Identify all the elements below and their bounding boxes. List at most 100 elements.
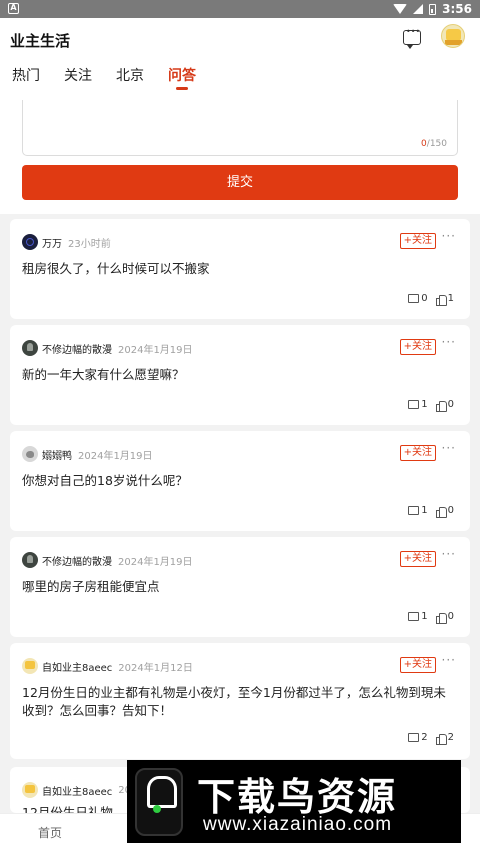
post-header: 自如业主8aeec 202 [22,781,137,799]
post-content[interactable]: 12月份生日的业主都有礼物是小夜灯，至今1月份都过半了，怎么礼物到現未收到？怎么… [22,684,452,720]
comment-stat[interactable]: 0 [408,293,428,304]
message-icon[interactable] [403,27,421,49]
comment-count: 2 [421,732,428,743]
avatar[interactable] [22,782,38,798]
thumbs-up-icon [435,733,447,745]
avatar[interactable] [22,340,38,356]
question-input[interactable]: 0/150 [22,100,458,156]
avatar[interactable] [22,234,38,250]
char-counter-max: /150 [426,139,447,149]
comment-icon [408,612,420,621]
comment-count: 1 [421,505,428,516]
wifi-icon [393,4,408,14]
post-content[interactable]: 你想对自己的18岁说什么呢？ [22,472,452,490]
like-stat[interactable]: 0 [435,399,454,412]
post-header: 不修边幅的散漫 2024年1月19日 [22,339,193,357]
post-header: 万万 23小时前 [22,233,111,251]
battery-icon [429,3,437,15]
comment-count: 1 [421,611,428,622]
post-author[interactable]: 不修边幅的散漫 [42,341,112,356]
like-stat[interactable]: 0 [435,611,454,624]
post-author[interactable]: 万万 [42,235,62,250]
like-count: 0 [447,505,454,516]
tab-following[interactable]: 关注 [52,66,104,94]
post-header: 嫋嫋鸭 2024年1月19日 [22,445,153,463]
submit-button[interactable]: 提交 [22,165,458,200]
like-stat[interactable]: 2 [435,732,454,745]
post-header: 不修边幅的散漫 2024年1月19日 [22,551,193,569]
post-time: 2024年1月12日 [118,662,193,674]
nav-home[interactable]: 首页 [38,824,62,841]
post-card[interactable]: 万万 23小时前 +关注 ··· 租房很久了，什么时候可以不搬家 0 1 [10,219,470,319]
follow-button[interactable]: +关注 [399,233,436,249]
more-icon[interactable]: ··· [442,653,456,667]
tab-beijing[interactable]: 北京 [104,66,156,94]
comment-icon [408,506,420,515]
post-time: 2024年1月19日 [118,344,193,356]
post-stats: 1 0 [400,505,454,518]
tab-qa[interactable]: 问答 [156,66,208,94]
thumbs-up-icon [435,294,447,306]
more-icon[interactable]: ··· [442,335,456,349]
like-stat[interactable]: 0 [435,505,454,518]
comment-stat[interactable]: 1 [408,505,428,516]
status-bar: A 3:56 [0,0,480,18]
comment-stat[interactable]: 1 [408,399,428,410]
watermark-brand: 下载鸟资源 [197,775,398,819]
status-icons: 3:56 [393,1,472,17]
char-counter: 0/150 [421,139,447,149]
comment-stat[interactable]: 2 [408,732,428,743]
bird-logo-icon [135,768,183,836]
like-stat[interactable]: 1 [435,293,454,306]
post-time: 2024年1月19日 [78,450,153,462]
post-author[interactable]: 自如业主8aeec [42,659,112,674]
more-icon[interactable]: ··· [442,229,456,243]
comment-icon [408,733,420,742]
post-card[interactable]: 嫋嫋鸭 2024年1月19日 +关注 ··· 你想对自己的18岁说什么呢？ 1 … [10,431,470,531]
avatar[interactable] [441,24,465,48]
post-author[interactable]: 自如业主8aeec [42,783,112,798]
post-time: 2024年1月19日 [118,556,193,568]
avatar[interactable] [22,658,38,674]
follow-button[interactable]: +关注 [399,657,436,673]
post-stats: 0 1 [400,293,454,306]
app-header: 业主生活 热门 关注 北京 问答 [0,18,480,100]
more-icon[interactable]: ··· [442,441,456,455]
comment-icon [408,400,420,409]
like-count: 1 [447,293,454,304]
status-time: 3:56 [442,2,472,16]
notification-icon: A [8,3,19,14]
follow-button[interactable]: +关注 [399,551,436,567]
more-icon[interactable]: ··· [442,547,456,561]
tab-bar: 热门 关注 北京 问答 [0,66,208,94]
follow-button[interactable]: +关注 [399,339,436,355]
post-stats: 1 0 [400,611,454,624]
question-composer: 0/150 提交 [0,100,480,214]
comment-count: 0 [421,293,428,304]
post-stats: 1 0 [400,399,454,412]
post-card[interactable]: 不修边幅的散漫 2024年1月19日 +关注 ··· 哪里的房子房租能便宜点 1… [10,537,470,637]
avatar-tag-icon [445,40,462,45]
post-content[interactable]: 租房很久了，什么时候可以不搬家 [22,260,452,278]
page-title: 业主生活 [10,32,71,50]
watermark: 下载鸟资源 www.xiazainiao.com [127,760,461,843]
comment-icon [408,294,420,303]
comment-stat[interactable]: 1 [408,611,428,622]
signal-icon [413,4,424,14]
avatar[interactable] [22,552,38,568]
avatar[interactable] [22,446,38,462]
tab-hot[interactable]: 热门 [0,66,52,94]
thumbs-up-icon [435,506,447,518]
post-content[interactable]: 哪里的房子房租能便宜点 [22,578,452,596]
post-header: 自如业主8aeec 2024年1月12日 [22,657,193,675]
post-stats: 2 2 [400,732,454,745]
post-card[interactable]: 不修边幅的散漫 2024年1月19日 +关注 ··· 新的一年大家有什么愿望嘛？… [10,325,470,425]
post-author[interactable]: 嫋嫋鸭 [42,447,72,462]
like-count: 2 [447,732,454,743]
comment-count: 1 [421,399,428,410]
post-author[interactable]: 不修边幅的散漫 [42,553,112,568]
post-card[interactable]: 自如业主8aeec 2024年1月12日 +关注 ··· 12月份生日的业主都有… [10,643,470,759]
follow-button[interactable]: +关注 [399,445,436,461]
post-content[interactable]: 新的一年大家有什么愿望嘛？ [22,366,452,384]
watermark-url: www.xiazainiao.com [203,814,393,835]
